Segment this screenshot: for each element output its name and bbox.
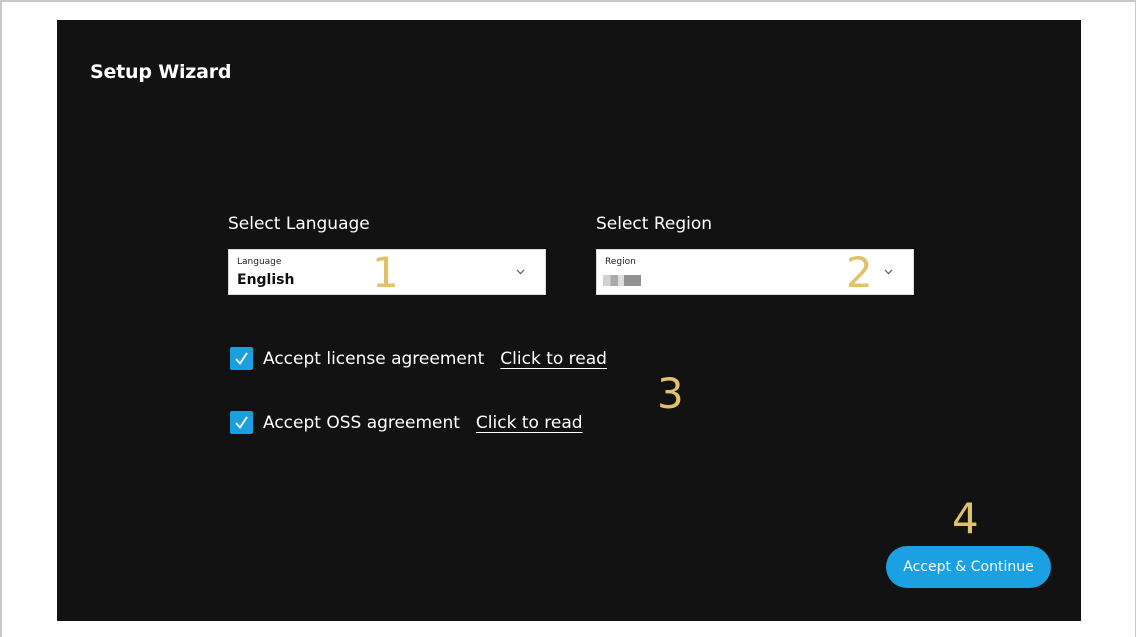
chevron-down-icon <box>884 265 893 278</box>
annotation-number-3: 3 <box>657 369 684 418</box>
oss-agreement-row: Accept OSS agreement Click to read <box>230 411 583 434</box>
checkmark-icon <box>235 352 248 365</box>
license-agreement-row: Accept license agreement Click to read <box>230 347 607 370</box>
oss-read-link[interactable]: Click to read <box>476 413 583 433</box>
annotation-number-4: 4 <box>952 494 979 543</box>
language-section-label: Select Language <box>228 214 370 234</box>
license-agreement-label: Accept license agreement <box>263 348 485 369</box>
page-title: Setup Wizard <box>90 61 232 83</box>
chevron-down-icon <box>516 265 525 278</box>
language-select-caption: Language <box>237 257 282 267</box>
accept-continue-button[interactable]: Accept & Continue <box>886 546 1051 588</box>
oss-agreement-checkbox[interactable] <box>230 411 253 434</box>
region-section-label: Select Region <box>596 214 713 234</box>
region-select-value-redacted <box>603 275 641 286</box>
oss-agreement-label: Accept OSS agreement <box>263 412 460 433</box>
checkmark-icon <box>235 416 248 429</box>
annotation-number-1: 1 <box>372 248 399 297</box>
license-agreement-checkbox[interactable] <box>230 347 253 370</box>
setup-wizard-screen: Setup Wizard Select Language Language En… <box>57 20 1081 621</box>
license-read-link[interactable]: Click to read <box>500 349 607 369</box>
language-select-value: English <box>237 272 295 288</box>
annotation-number-2: 2 <box>846 248 873 297</box>
region-select-caption: Region <box>605 257 636 267</box>
